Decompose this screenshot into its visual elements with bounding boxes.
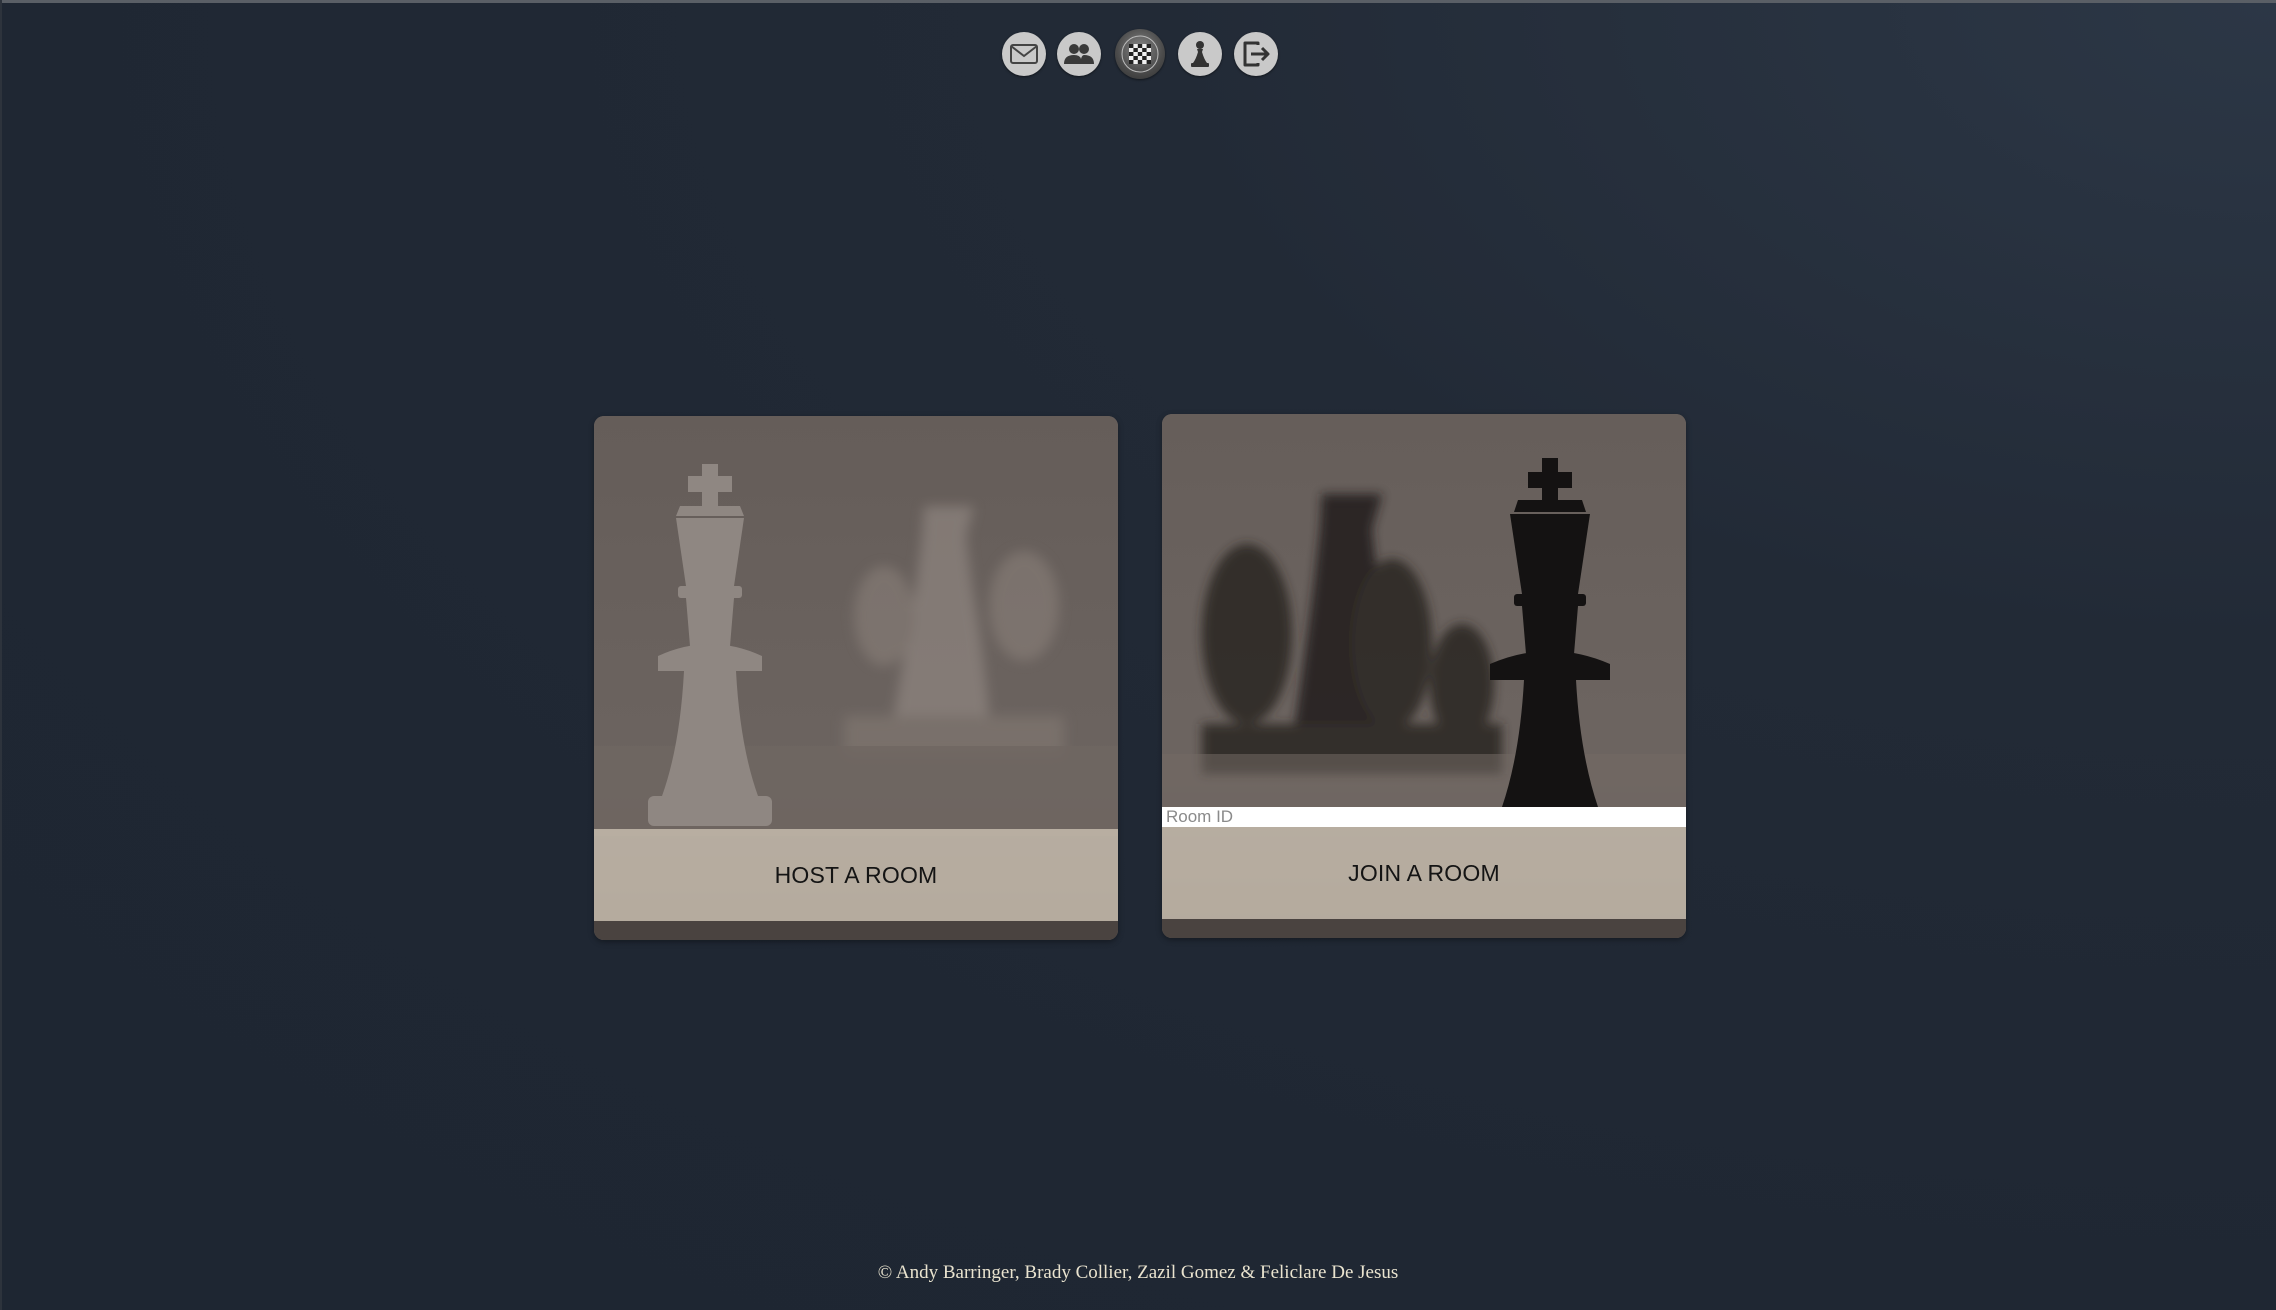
host-room-label: HOST A ROOM (774, 861, 938, 888)
nav-logout-button[interactable] (1234, 32, 1278, 76)
host-room-button[interactable]: HOST A ROOM (594, 829, 1118, 921)
top-nav (0, 29, 2276, 81)
join-room-card[interactable]: JOIN A ROOM (1162, 414, 1686, 938)
nav-friends-button[interactable] (1057, 32, 1101, 76)
nav-profile-button[interactable] (1178, 32, 1222, 76)
chessboard-icon (1121, 35, 1159, 73)
friends-icon (1064, 44, 1094, 64)
join-card-bottom (1162, 919, 1686, 938)
join-room-label: JOIN A ROOM (1348, 859, 1500, 886)
window-top-border (0, 0, 2276, 3)
join-room-button[interactable]: JOIN A ROOM (1162, 827, 1686, 919)
copyright-text: © Andy Barringer, Brady Collier, Zazil G… (877, 1262, 1399, 1283)
logout-icon (1243, 41, 1270, 67)
nav-messages-button[interactable] (1002, 32, 1046, 76)
host-card-bottom (594, 921, 1118, 940)
pawn-icon (1191, 41, 1209, 67)
window-left-border (0, 0, 2, 1310)
envelope-icon (1010, 44, 1038, 64)
room-id-input[interactable] (1162, 807, 1686, 827)
nav-play-button[interactable] (1115, 29, 1165, 79)
host-room-card[interactable]: HOST A ROOM (594, 416, 1118, 940)
